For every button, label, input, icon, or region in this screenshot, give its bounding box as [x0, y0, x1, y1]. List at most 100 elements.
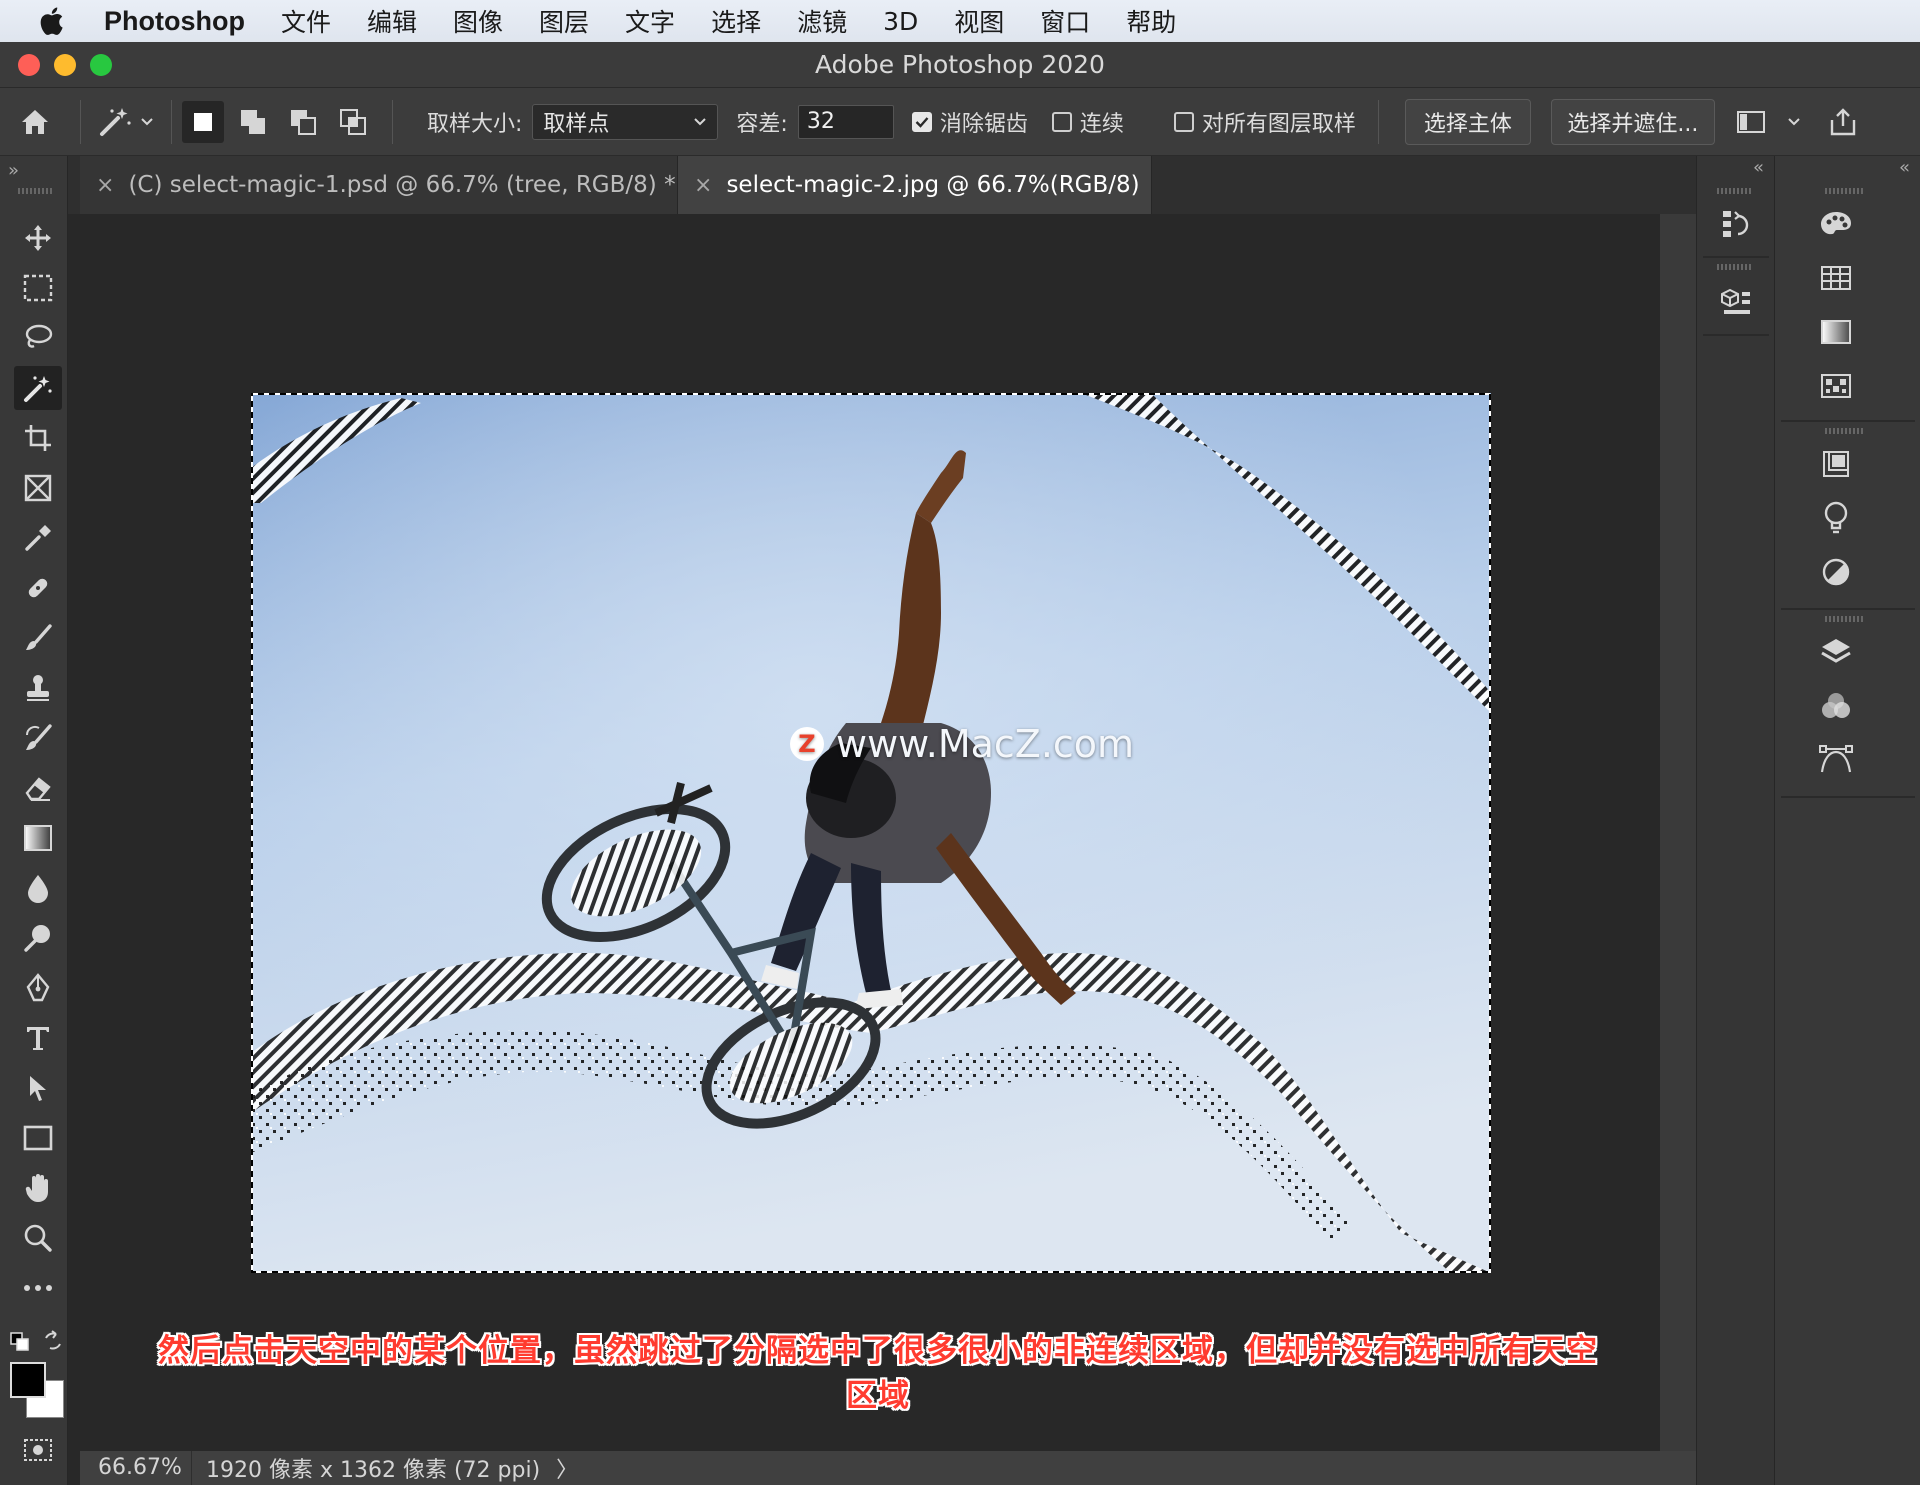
- close-tab-icon[interactable]: ×: [96, 173, 114, 198]
- menu-file[interactable]: 文件: [281, 3, 331, 39]
- properties-icon: [1823, 451, 1849, 477]
- arrow-cursor-icon: [30, 1076, 46, 1101]
- paths-panel-button[interactable]: [1811, 738, 1861, 782]
- tab-select-magic-2[interactable]: × select-magic-2.jpg @ 66.7%(RGB/8): [678, 156, 1152, 214]
- swatches-panel-button[interactable]: [1811, 256, 1861, 300]
- options-bar: 取样大小: 取样点 容差: 32 消除锯齿 连续 对所有图层取样 选择主体 选择…: [0, 88, 1920, 156]
- menu-filter[interactable]: 滤镜: [797, 3, 847, 39]
- contiguous-checkbox[interactable]: 连续: [1051, 106, 1124, 138]
- close-tab-icon[interactable]: ×: [694, 173, 712, 198]
- rectangular-marquee-tool[interactable]: [14, 266, 62, 310]
- magic-wand-tool[interactable]: [14, 366, 62, 410]
- sample-all-layers-checkbox[interactable]: 对所有图层取样: [1173, 106, 1356, 138]
- menu-image[interactable]: 图像: [453, 3, 503, 39]
- type-tool[interactable]: [14, 1016, 62, 1060]
- foreground-color-swatch[interactable]: [10, 1362, 46, 1398]
- libraries-panel-button[interactable]: [1811, 496, 1861, 540]
- lasso-icon: [25, 324, 53, 348]
- lasso-tool[interactable]: [14, 316, 62, 360]
- eyedropper-tool[interactable]: [14, 516, 62, 560]
- menu-bar: Photoshop 文件 编辑 图像 图层 文字 选择 滤镜 3D 视图 窗口 …: [0, 0, 1920, 42]
- app-menu[interactable]: Photoshop: [104, 6, 245, 37]
- antialias-checkbox[interactable]: 消除锯齿: [911, 106, 1028, 138]
- apple-icon[interactable]: [36, 4, 70, 38]
- sample-size-select[interactable]: 取样点: [532, 103, 719, 140]
- pen-tool[interactable]: [14, 966, 62, 1010]
- history-panel-button[interactable]: [1711, 202, 1761, 246]
- intersect-selection-button[interactable]: [332, 101, 374, 143]
- antialias-label: 消除锯齿: [939, 111, 1028, 137]
- menu-type[interactable]: 文字: [625, 3, 675, 39]
- add-to-selection-button[interactable]: [232, 101, 274, 143]
- menu-window[interactable]: 窗口: [1040, 3, 1090, 39]
- dock-divider: [1781, 796, 1915, 798]
- gradient-icon: [24, 825, 52, 851]
- crop-tool[interactable]: [14, 416, 62, 460]
- menu-edit[interactable]: 编辑: [367, 3, 417, 39]
- workspace-switcher[interactable]: [1721, 92, 1781, 152]
- default-colors-button[interactable]: [10, 1332, 30, 1356]
- menu-view[interactable]: 视图: [954, 3, 1004, 39]
- swap-colors-button[interactable]: [42, 1330, 64, 1356]
- separator: [80, 99, 81, 144]
- watermark: Z www.MacZ.com: [790, 722, 1134, 766]
- menu-select[interactable]: 选择: [711, 3, 761, 39]
- magnifier-icon: [24, 1224, 52, 1252]
- frame-tool[interactable]: [14, 466, 62, 510]
- share-button[interactable]: [1815, 92, 1871, 152]
- channels-panel-button[interactable]: [1811, 684, 1861, 728]
- document-image[interactable]: [251, 393, 1491, 1273]
- status-menu-arrow[interactable]: 〉: [556, 1452, 578, 1484]
- gradients-panel-button[interactable]: [1811, 310, 1861, 354]
- patterns-panel-button[interactable]: [1811, 364, 1861, 408]
- more-tools-button[interactable]: [14, 1266, 62, 1310]
- properties-panel-button[interactable]: [1811, 442, 1861, 486]
- zoom-tool[interactable]: [14, 1216, 62, 1260]
- tool-preset-picker[interactable]: [91, 92, 161, 152]
- dodge-tool[interactable]: [14, 916, 62, 960]
- hand-tool[interactable]: [14, 1166, 62, 1210]
- workspace-dropdown[interactable]: [1781, 92, 1807, 152]
- panel-grip: [1825, 428, 1865, 434]
- 3d-panel-button[interactable]: [1711, 280, 1761, 324]
- vertical-scrollbar[interactable]: [1660, 214, 1696, 1451]
- blur-tool[interactable]: [14, 866, 62, 910]
- clone-stamp-tool[interactable]: [14, 666, 62, 710]
- paths-icon: [1819, 745, 1853, 773]
- menu-3d[interactable]: 3D: [883, 7, 918, 36]
- eraser-tool[interactable]: [14, 766, 62, 810]
- menu-layer[interactable]: 图层: [539, 3, 589, 39]
- layers-icon: [1821, 639, 1851, 663]
- gradient-tool[interactable]: [14, 816, 62, 860]
- zoom-level[interactable]: 66.67%: [80, 1451, 192, 1485]
- expand-panels-icon[interactable]: «: [1775, 156, 1920, 182]
- layers-panel-button[interactable]: [1811, 630, 1861, 674]
- path-selection-tool[interactable]: [14, 1066, 62, 1110]
- adjustments-panel-button[interactable]: [1811, 550, 1861, 594]
- checkbox-unchecked-icon: [1173, 111, 1194, 132]
- menu-help[interactable]: 帮助: [1126, 3, 1176, 39]
- checkbox-unchecked-icon: [1051, 111, 1072, 132]
- collapse-dock-icon[interactable]: «: [1697, 156, 1774, 182]
- macz-logo-icon: Z: [790, 727, 824, 761]
- subtract-from-selection-button[interactable]: [282, 101, 324, 143]
- patterns-icon: [1821, 374, 1851, 398]
- tolerance-input[interactable]: 32: [797, 104, 894, 139]
- select-subject-button[interactable]: 选择主体: [1404, 98, 1531, 145]
- brush-tool[interactable]: [14, 616, 62, 660]
- select-and-mask-button[interactable]: 选择并遮住...: [1550, 98, 1715, 145]
- subtract-selection-icon: [291, 109, 316, 135]
- history-brush-icon: [25, 724, 52, 750]
- collapse-toolbar-icon[interactable]: »: [8, 160, 19, 181]
- spot-healing-brush-tool[interactable]: [14, 566, 62, 610]
- rectangle-tool[interactable]: [14, 1116, 62, 1160]
- quick-mask-button[interactable]: [14, 1428, 62, 1472]
- color-panel-button[interactable]: [1811, 202, 1861, 246]
- move-tool[interactable]: [14, 216, 62, 260]
- tab-select-magic-1[interactable]: × (C) select-magic-1.psd @ 66.7% (tree, …: [80, 156, 678, 214]
- home-button[interactable]: [0, 92, 70, 152]
- new-selection-button[interactable]: [182, 100, 224, 143]
- chevron-down-icon: [1788, 117, 1800, 125]
- history-brush-tool[interactable]: [14, 716, 62, 760]
- magic-wand-icon: [24, 376, 52, 402]
